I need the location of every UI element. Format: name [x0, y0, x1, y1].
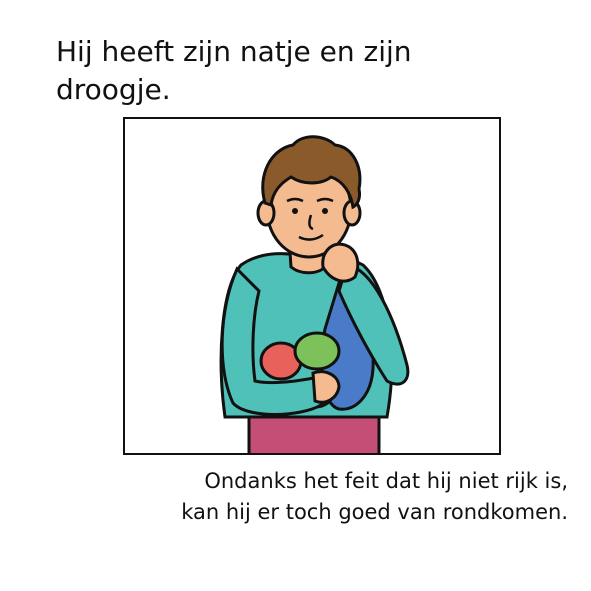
eye-shape [322, 208, 328, 214]
right-hand-shape [321, 242, 360, 283]
eye-shape [292, 208, 298, 214]
pants-shape [247, 415, 381, 453]
illustration-frame [123, 117, 501, 455]
caption-line-2: kan hij er toch goed van rondkomen. [181, 500, 568, 524]
page-title: Hij heeft zijn natje en zijn droogje. [56, 35, 412, 106]
caption: Ondanks het feit dat hij niet rijk is, k… [90, 466, 568, 528]
food-green-shape [293, 331, 341, 371]
left-hand-shape [311, 370, 341, 404]
caption-line-1: Ondanks het feit dat hij niet rijk is, [204, 469, 568, 493]
man-holding-food-and-bag-icon [219, 135, 410, 453]
